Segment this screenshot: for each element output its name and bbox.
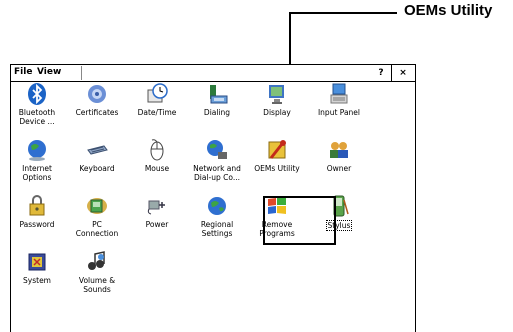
- applet-label: Owner: [326, 164, 352, 173]
- date-time-icon: [147, 83, 168, 103]
- applet-label: Input Panel: [317, 108, 361, 117]
- applet-pc-connection[interactable]: PC Connection: [71, 194, 123, 246]
- applet-certificates[interactable]: Certificates: [71, 82, 123, 134]
- applet-label: Bluetooth Device ...: [18, 108, 56, 126]
- applet-dialing[interactable]: Dialing: [191, 82, 243, 134]
- applet-mouse[interactable]: Mouse: [131, 138, 183, 190]
- password-icon: [29, 195, 45, 216]
- input-panel-icon: [330, 83, 348, 104]
- applet-power[interactable]: Power: [131, 194, 183, 246]
- display-icon: [269, 85, 284, 104]
- applet-oems-utility[interactable]: OEMs Utility: [251, 138, 303, 190]
- close-button[interactable]: ×: [393, 65, 413, 81]
- applet-network[interactable]: Network and Dial-up Co...: [191, 138, 243, 190]
- applet-label: Certificates: [75, 108, 119, 117]
- applet-password[interactable]: Password: [11, 194, 63, 246]
- applet-label: System: [23, 276, 51, 285]
- applet-system[interactable]: System: [11, 250, 63, 302]
- applet-label: Keyboard: [79, 164, 115, 173]
- applet-owner[interactable]: Owner: [313, 138, 365, 190]
- keyboard-icon: [87, 145, 108, 155]
- owner-icon: [330, 142, 348, 158]
- applet-label: Dialing: [203, 108, 231, 117]
- oems-utility-highlight: [263, 196, 336, 245]
- applet-label: Volume & Sounds: [78, 276, 116, 294]
- power-icon: [147, 200, 165, 215]
- applet-label: PC Connection: [75, 220, 119, 238]
- applet-label: OEMs Utility: [254, 164, 300, 173]
- internet-options-icon: [28, 140, 46, 161]
- applet-label: Regional Settings: [200, 220, 234, 238]
- menu-file[interactable]: File: [14, 66, 32, 79]
- applet-regional-settings[interactable]: Regional Settings: [191, 194, 243, 246]
- applet-date-time[interactable]: Date/Time: [131, 82, 183, 134]
- pc-connection-icon: [87, 198, 107, 214]
- applet-label: Date/Time: [137, 108, 177, 117]
- applet-label: Power: [145, 220, 169, 229]
- oems-utility-icon: [268, 140, 286, 159]
- bluetooth-icon: [28, 83, 46, 105]
- certificates-icon: [88, 85, 106, 103]
- system-icon: [28, 253, 46, 271]
- dialing-icon: [210, 85, 228, 104]
- applet-input-panel[interactable]: Input Panel: [313, 82, 365, 134]
- menu-separator: [81, 66, 83, 80]
- applet-keyboard[interactable]: Keyboard: [71, 138, 123, 190]
- applet-label: Display: [263, 108, 291, 117]
- network-icon: [207, 140, 227, 159]
- control-panel-window: File View ? × Bluetooth Device ... Certi…: [10, 64, 416, 332]
- applet-display[interactable]: Display: [251, 82, 303, 134]
- applet-label: Internet Options: [22, 164, 52, 182]
- applet-label: Network and Dial-up Co...: [193, 164, 241, 182]
- callout-line: [289, 12, 397, 14]
- applet-bluetooth[interactable]: Bluetooth Device ...: [11, 82, 63, 134]
- callout-label: OEMs Utility: [404, 2, 493, 19]
- menu-bar: File View ? ×: [11, 64, 415, 82]
- volume-sounds-icon: [88, 251, 105, 270]
- mouse-icon: [150, 139, 164, 161]
- applet-label: Mouse: [144, 164, 170, 173]
- menu-view[interactable]: View: [37, 66, 61, 79]
- applet-label: Password: [19, 220, 55, 229]
- regional-settings-icon: [208, 197, 226, 215]
- applet-internet-options[interactable]: Internet Options: [11, 138, 63, 190]
- help-button[interactable]: ?: [371, 65, 392, 81]
- applet-volume-sounds[interactable]: Volume & Sounds: [71, 250, 123, 302]
